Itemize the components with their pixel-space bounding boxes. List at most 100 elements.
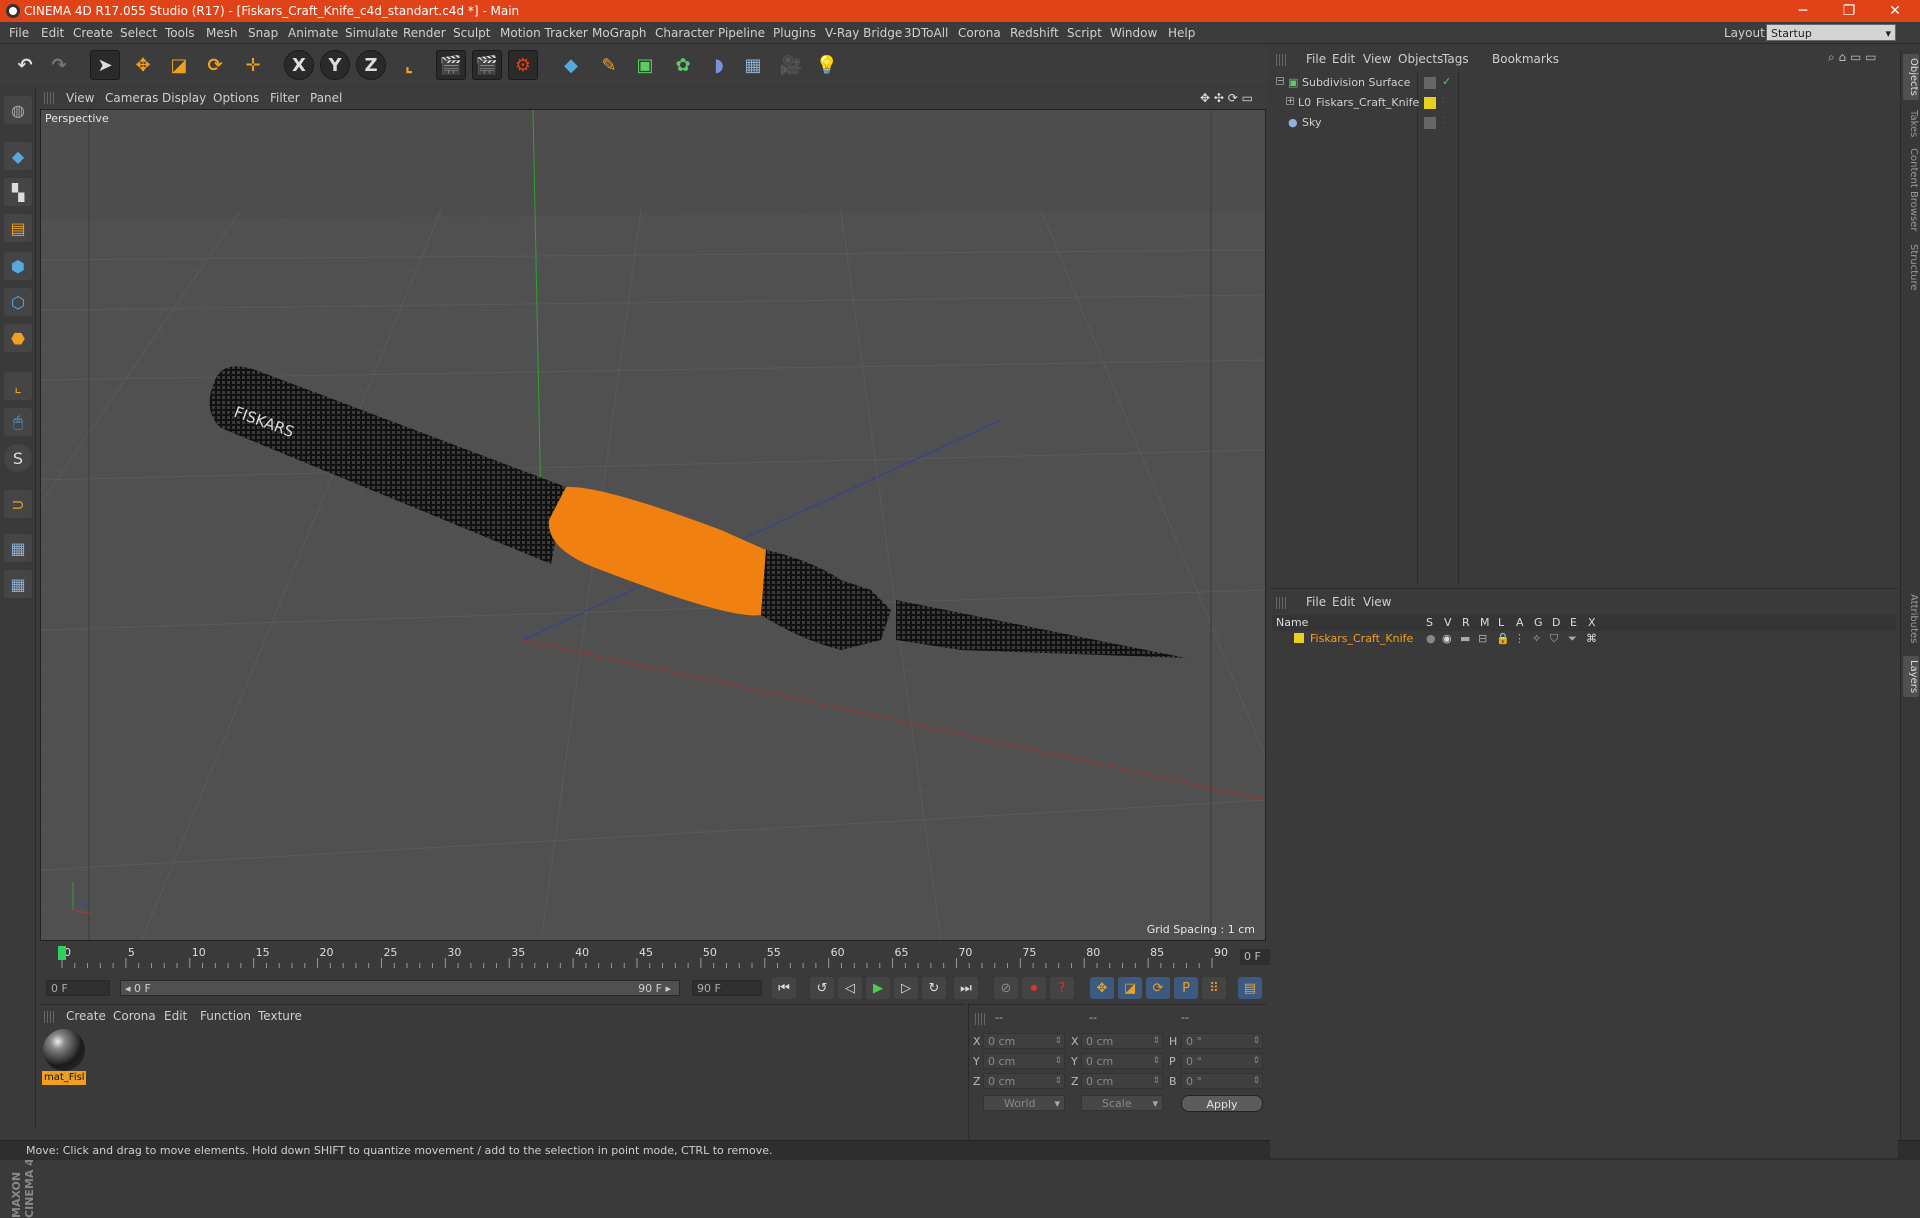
view-eye-icon[interactable]: ◉ <box>1442 632 1452 645</box>
magnet-icon[interactable]: ⊃ <box>4 490 32 518</box>
cloner-icon[interactable]: ✿ <box>668 50 698 80</box>
render-icon[interactable]: ▬ <box>1460 632 1470 645</box>
panel-grip-icon[interactable] <box>1276 597 1286 609</box>
material-menu-texture[interactable]: Texture <box>258 1009 302 1023</box>
undo-icon[interactable]: ↶ <box>10 50 40 80</box>
om-menu-edit[interactable]: Edit <box>1332 52 1355 66</box>
layer-col-deformers[interactable]: D <box>1552 616 1560 629</box>
layer-col-manager[interactable]: M <box>1480 616 1490 629</box>
layer-col-view[interactable]: V <box>1444 616 1452 629</box>
menu-script[interactable]: Script <box>1067 26 1102 40</box>
menu-pipeline[interactable]: Pipeline <box>718 26 765 40</box>
tweak-mode-icon[interactable]: 🖱 <box>4 408 32 436</box>
menu-corona[interactable]: Corona <box>958 26 1001 40</box>
render-view-icon[interactable]: 🎬 <box>436 50 466 80</box>
visibility-toggle[interactable] <box>1424 117 1436 129</box>
layer-col-xref[interactable]: X <box>1588 616 1596 629</box>
record-disabled-icon[interactable]: ⊘ <box>994 977 1018 999</box>
layer-col-animation[interactable]: A <box>1516 616 1524 629</box>
tab-takes[interactable]: Takes <box>1903 106 1919 141</box>
key-parameter-icon[interactable]: P <box>1174 977 1198 999</box>
lock-workplane-icon[interactable]: ▦ <box>4 534 32 562</box>
tab-layers[interactable]: Layers <box>1903 656 1919 698</box>
x-axis-button[interactable]: X <box>284 50 314 80</box>
collapse-icon[interactable]: − <box>1276 77 1284 85</box>
menu-mesh[interactable]: Mesh <box>206 26 238 40</box>
deformer-icon[interactable]: ◗ <box>704 50 734 80</box>
key-pla-icon[interactable]: ⠿ <box>1202 977 1226 999</box>
manager-icon[interactable]: ⊟ <box>1478 632 1487 645</box>
polygons-mode-icon[interactable]: ⬣ <box>4 324 32 352</box>
size-y-field[interactable]: 0 cm <box>1081 1053 1163 1069</box>
solo-icon[interactable]: ● <box>1426 632 1436 645</box>
y-axis-button[interactable]: Y <box>320 50 350 80</box>
om-search-icon[interactable]: ⌕ ⌂ ▭ ▭ <box>1828 50 1876 65</box>
viewport-menu-filter[interactable]: Filter <box>270 91 300 105</box>
render-settings-icon[interactable]: ⚙ <box>508 50 538 80</box>
object-row-sky[interactable]: ● Sky ⁚ <box>1272 114 1896 132</box>
scale-tool-icon[interactable]: ◪ <box>164 50 194 80</box>
timeline-window-icon[interactable]: ▤ <box>1238 977 1262 999</box>
menu-plugins[interactable]: Plugins <box>773 26 816 40</box>
layer-row[interactable]: Fiskars_Craft_Knife ● ◉ ▬ ⊟ 🔒 ⋮ ✧ ⛉ ⏷ ⌘ <box>1272 631 1896 647</box>
record-active-objects-icon[interactable]: ⏺ <box>1022 977 1046 999</box>
animation-icon[interactable]: ⋮ <box>1514 632 1525 645</box>
menu-window[interactable]: Window <box>1110 26 1157 40</box>
menu-mograph[interactable]: MoGraph <box>592 26 647 40</box>
panel-grip-icon[interactable] <box>44 1011 54 1023</box>
tab-structure[interactable]: Structure <box>1903 240 1919 295</box>
viewport-nav-icons[interactable]: ✥ ✣ ⟳ ▭ <box>1200 91 1253 105</box>
move-tool-icon[interactable]: ✥ <box>128 50 158 80</box>
3d-viewport[interactable]: FISKARS Perspective Grid Spacing : 1 cm <box>40 109 1266 941</box>
panel-grip-icon[interactable] <box>1276 54 1286 66</box>
visibility-dots-icon[interactable]: ⁚ <box>1442 96 1445 105</box>
preview-range-slider[interactable]: ◂ 0 F 90 F ▸ <box>120 980 680 996</box>
layer-color-swatch[interactable] <box>1294 633 1304 643</box>
timeline-ruler[interactable]: 0 5 10 15 20 25 30 35 40 45 50 55 60 65 70 75 80 85 90 0 F <box>40 944 1304 972</box>
menu-animate[interactable]: Animate <box>288 26 338 40</box>
tab-attributes[interactable]: Attributes <box>1903 590 1919 647</box>
size-x-field[interactable]: 0 cm <box>1081 1033 1163 1049</box>
om-menu-file[interactable]: File <box>1306 52 1326 66</box>
material-menu-function[interactable]: Function <box>200 1009 251 1023</box>
go-to-end-icon[interactable]: ⏭ <box>954 977 978 999</box>
model-mode-icon[interactable]: ◆ <box>4 142 32 170</box>
expression-icon[interactable]: ⏷ <box>1568 632 1577 646</box>
rotation-b-field[interactable]: 0 ° <box>1181 1073 1263 1089</box>
layer-col-name[interactable]: Name <box>1276 616 1308 629</box>
next-key-icon[interactable]: ↻ <box>922 977 946 999</box>
menu-vray-bridge[interactable]: V-Ray Bridge <box>825 26 902 40</box>
render-picture-viewer-icon[interactable]: 🎬 <box>472 50 502 80</box>
autokeying-icon[interactable]: ? <box>1050 977 1074 999</box>
points-mode-icon[interactable]: ⬢ <box>4 252 32 280</box>
cube-object-icon[interactable]: ◆ <box>556 50 586 80</box>
size-z-field[interactable]: 0 cm <box>1081 1073 1163 1089</box>
menu-motion-tracker[interactable]: Motion Tracker <box>500 26 588 40</box>
size-mode-select[interactable]: Scale <box>1081 1095 1163 1111</box>
position-y-field[interactable]: 0 cm <box>983 1053 1065 1069</box>
material-menu-corona[interactable]: Corona <box>113 1009 156 1023</box>
viewport-menu-cameras[interactable]: Cameras <box>105 91 158 105</box>
floor-grid-icon[interactable]: ▦ <box>738 50 768 80</box>
rotation-p-field[interactable]: 0 ° <box>1181 1053 1263 1069</box>
lm-menu-edit[interactable]: Edit <box>1332 595 1355 609</box>
texture-mode-icon[interactable]: ▚ <box>4 178 32 206</box>
menu-create[interactable]: Create <box>73 26 113 40</box>
apply-button[interactable]: Apply <box>1181 1095 1263 1112</box>
om-menu-tags[interactable]: Tags <box>1442 52 1469 66</box>
coordinate-space-select[interactable]: World <box>983 1095 1065 1111</box>
menu-3dtoall[interactable]: 3DToAll <box>904 26 948 40</box>
viewport-menu-display[interactable]: Display <box>162 91 206 105</box>
layer-col-generators[interactable]: G <box>1534 616 1543 629</box>
layer-col-solo[interactable]: S <box>1426 616 1433 629</box>
close-button[interactable]: ✕ <box>1872 0 1918 22</box>
select-cursor-icon[interactable]: ➤ <box>90 50 120 80</box>
key-scale-icon[interactable]: ◪ <box>1118 977 1142 999</box>
position-z-field[interactable]: 0 cm <box>983 1073 1065 1089</box>
transform-tool-icon[interactable]: ✛ <box>238 50 268 80</box>
next-frame-icon[interactable]: ▷ <box>894 977 918 999</box>
menu-snap[interactable]: Snap <box>248 26 278 40</box>
lock-icon[interactable]: 🔒 <box>1496 632 1510 645</box>
expand-icon[interactable]: + <box>1286 97 1294 105</box>
make-editable-icon[interactable]: ◍ <box>4 96 32 124</box>
